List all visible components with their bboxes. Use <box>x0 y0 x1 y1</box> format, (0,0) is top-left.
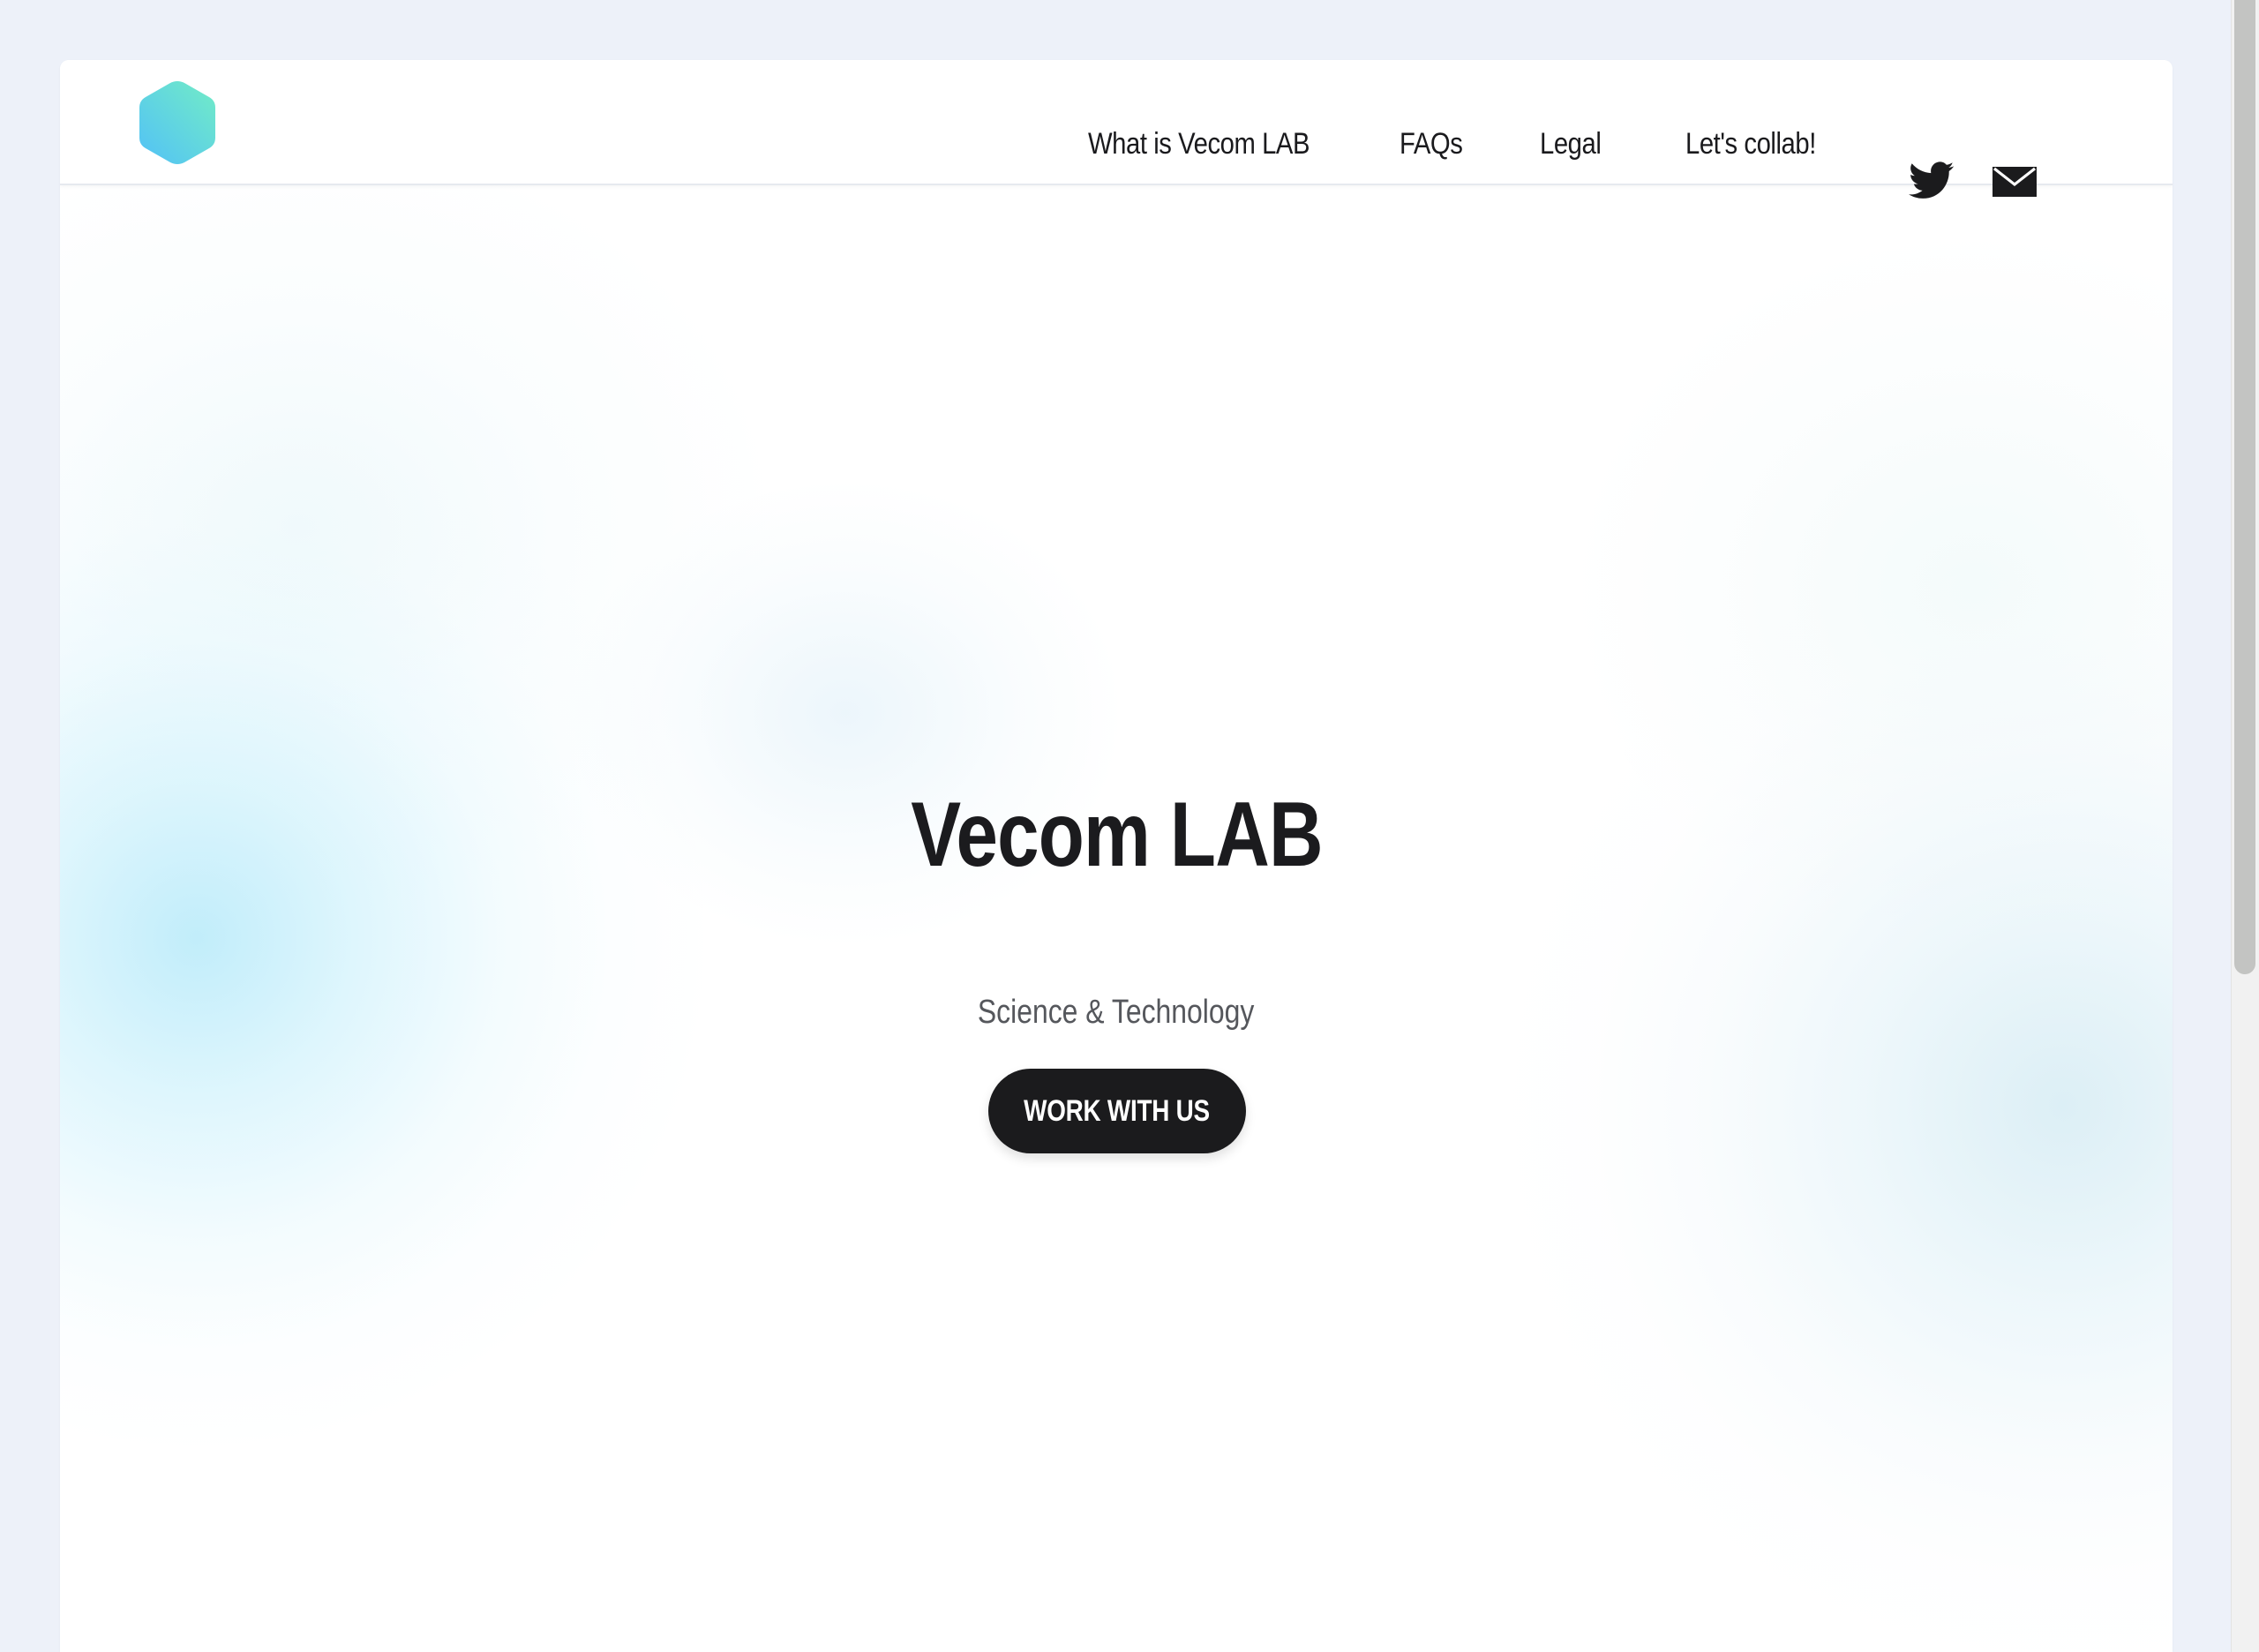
nav-link-legal[interactable]: Legal <box>1540 129 1602 159</box>
nav-link-faqs[interactable]: FAQs <box>1400 129 1463 159</box>
twitter-bird-icon <box>1909 161 1955 199</box>
hero-section <box>60 185 2173 1652</box>
nav-link-what-is[interactable]: What is Vecom LAB <box>1088 129 1310 159</box>
scrollbar-thumb[interactable] <box>2234 0 2255 974</box>
browser-viewport: What is Vecom LAB FAQs Legal Let's colla… <box>0 0 2231 1652</box>
envelope-icon <box>1993 167 2037 197</box>
nav-link-collab[interactable]: Let's collab! <box>1685 129 1816 159</box>
page-container: What is Vecom LAB FAQs Legal Let's colla… <box>60 60 2173 1652</box>
twitter-icon[interactable] <box>1909 161 1955 200</box>
mail-icon[interactable] <box>1993 167 2038 206</box>
site-header: What is Vecom LAB FAQs Legal Let's colla… <box>60 60 2173 199</box>
main-nav: What is Vecom LAB FAQs Legal Let's colla… <box>60 60 2173 199</box>
